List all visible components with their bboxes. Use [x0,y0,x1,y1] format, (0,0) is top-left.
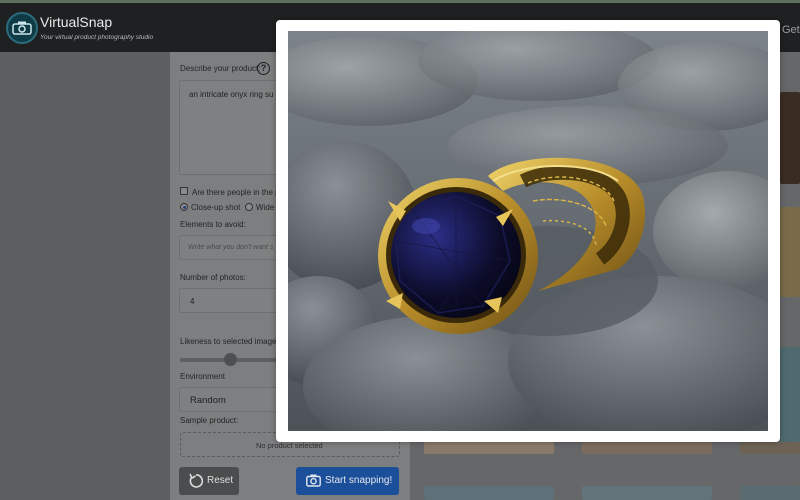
number-photos-label: Number of photos: [180,273,246,282]
close-up-radio[interactable] [180,203,188,211]
gallery-thumbnail[interactable] [780,347,800,442]
gallery-thumbnail[interactable] [780,207,800,297]
sample-product-label: Sample product: [180,416,239,425]
gallery-thumbnail[interactable] [582,442,712,454]
likeness-label: Likeness to selected image (r [180,337,285,346]
gallery-thumbnail[interactable] [780,92,800,184]
environment-label: Environment [180,372,225,381]
start-snapping-button-label: Start snapping! [325,475,393,486]
wide-shot-radio-label: Wide [256,203,275,212]
camera-icon [12,21,32,35]
people-checkbox-label: Are there people in the pi [192,188,282,197]
camera-icon [306,474,321,487]
product-description-value: an intricate onyx ring su [189,90,274,99]
gallery-thumbnail[interactable] [424,486,554,500]
describe-product-label: Describe your product: [180,64,261,73]
question-circle-icon[interactable]: ? [257,62,270,75]
wide-shot-radio[interactable] [245,203,253,211]
likeness-slider-thumb[interactable] [223,353,237,366]
close-up-radio-label: Close-up shot [191,203,241,212]
left-gutter [0,52,170,500]
gallery-thumbnail[interactable] [740,486,800,500]
number-photos-value: 4 [190,297,195,306]
sample-product-empty-text: No product selected [256,441,323,450]
people-checkbox[interactable] [180,187,188,195]
gallery-thumbnail[interactable] [740,442,800,454]
image-preview-modal[interactable] [276,20,780,442]
app-logo[interactable] [6,12,38,44]
elements-avoid-placeholder: Write what you don't want s [188,244,274,251]
start-snapping-button[interactable]: Start snapping! [296,467,399,495]
enlarged-product-photo[interactable] [288,31,768,431]
gallery-thumbnail[interactable] [582,486,712,500]
gallery-thumbnail[interactable] [424,442,554,454]
reset-button[interactable]: Reset [179,467,239,495]
elements-avoid-label: Elements to avoid: [180,220,246,229]
environment-value: Random [190,395,226,406]
app-subtitle: Your virtual product photography studio [40,34,154,41]
reset-icon [189,473,203,488]
app-title: VirtualSnap [40,14,113,30]
reset-button-label: Reset [207,475,234,486]
header-nav-link[interactable]: Get [782,24,800,36]
